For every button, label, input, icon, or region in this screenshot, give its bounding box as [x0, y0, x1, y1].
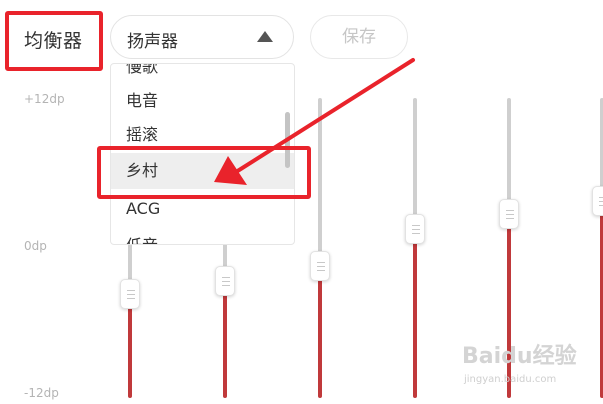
- watermark: Baidu经验 jingyan.baidu.com: [462, 338, 602, 398]
- equalizer-screen: 均衡器 扬声器 保存 +12dp 0dp -12dp 慢歌 电音 摇滚 乡村 A…: [0, 0, 603, 404]
- watermark-brand: Baidu经验: [462, 344, 577, 369]
- watermark-url: jingyan.baidu.com: [464, 374, 557, 385]
